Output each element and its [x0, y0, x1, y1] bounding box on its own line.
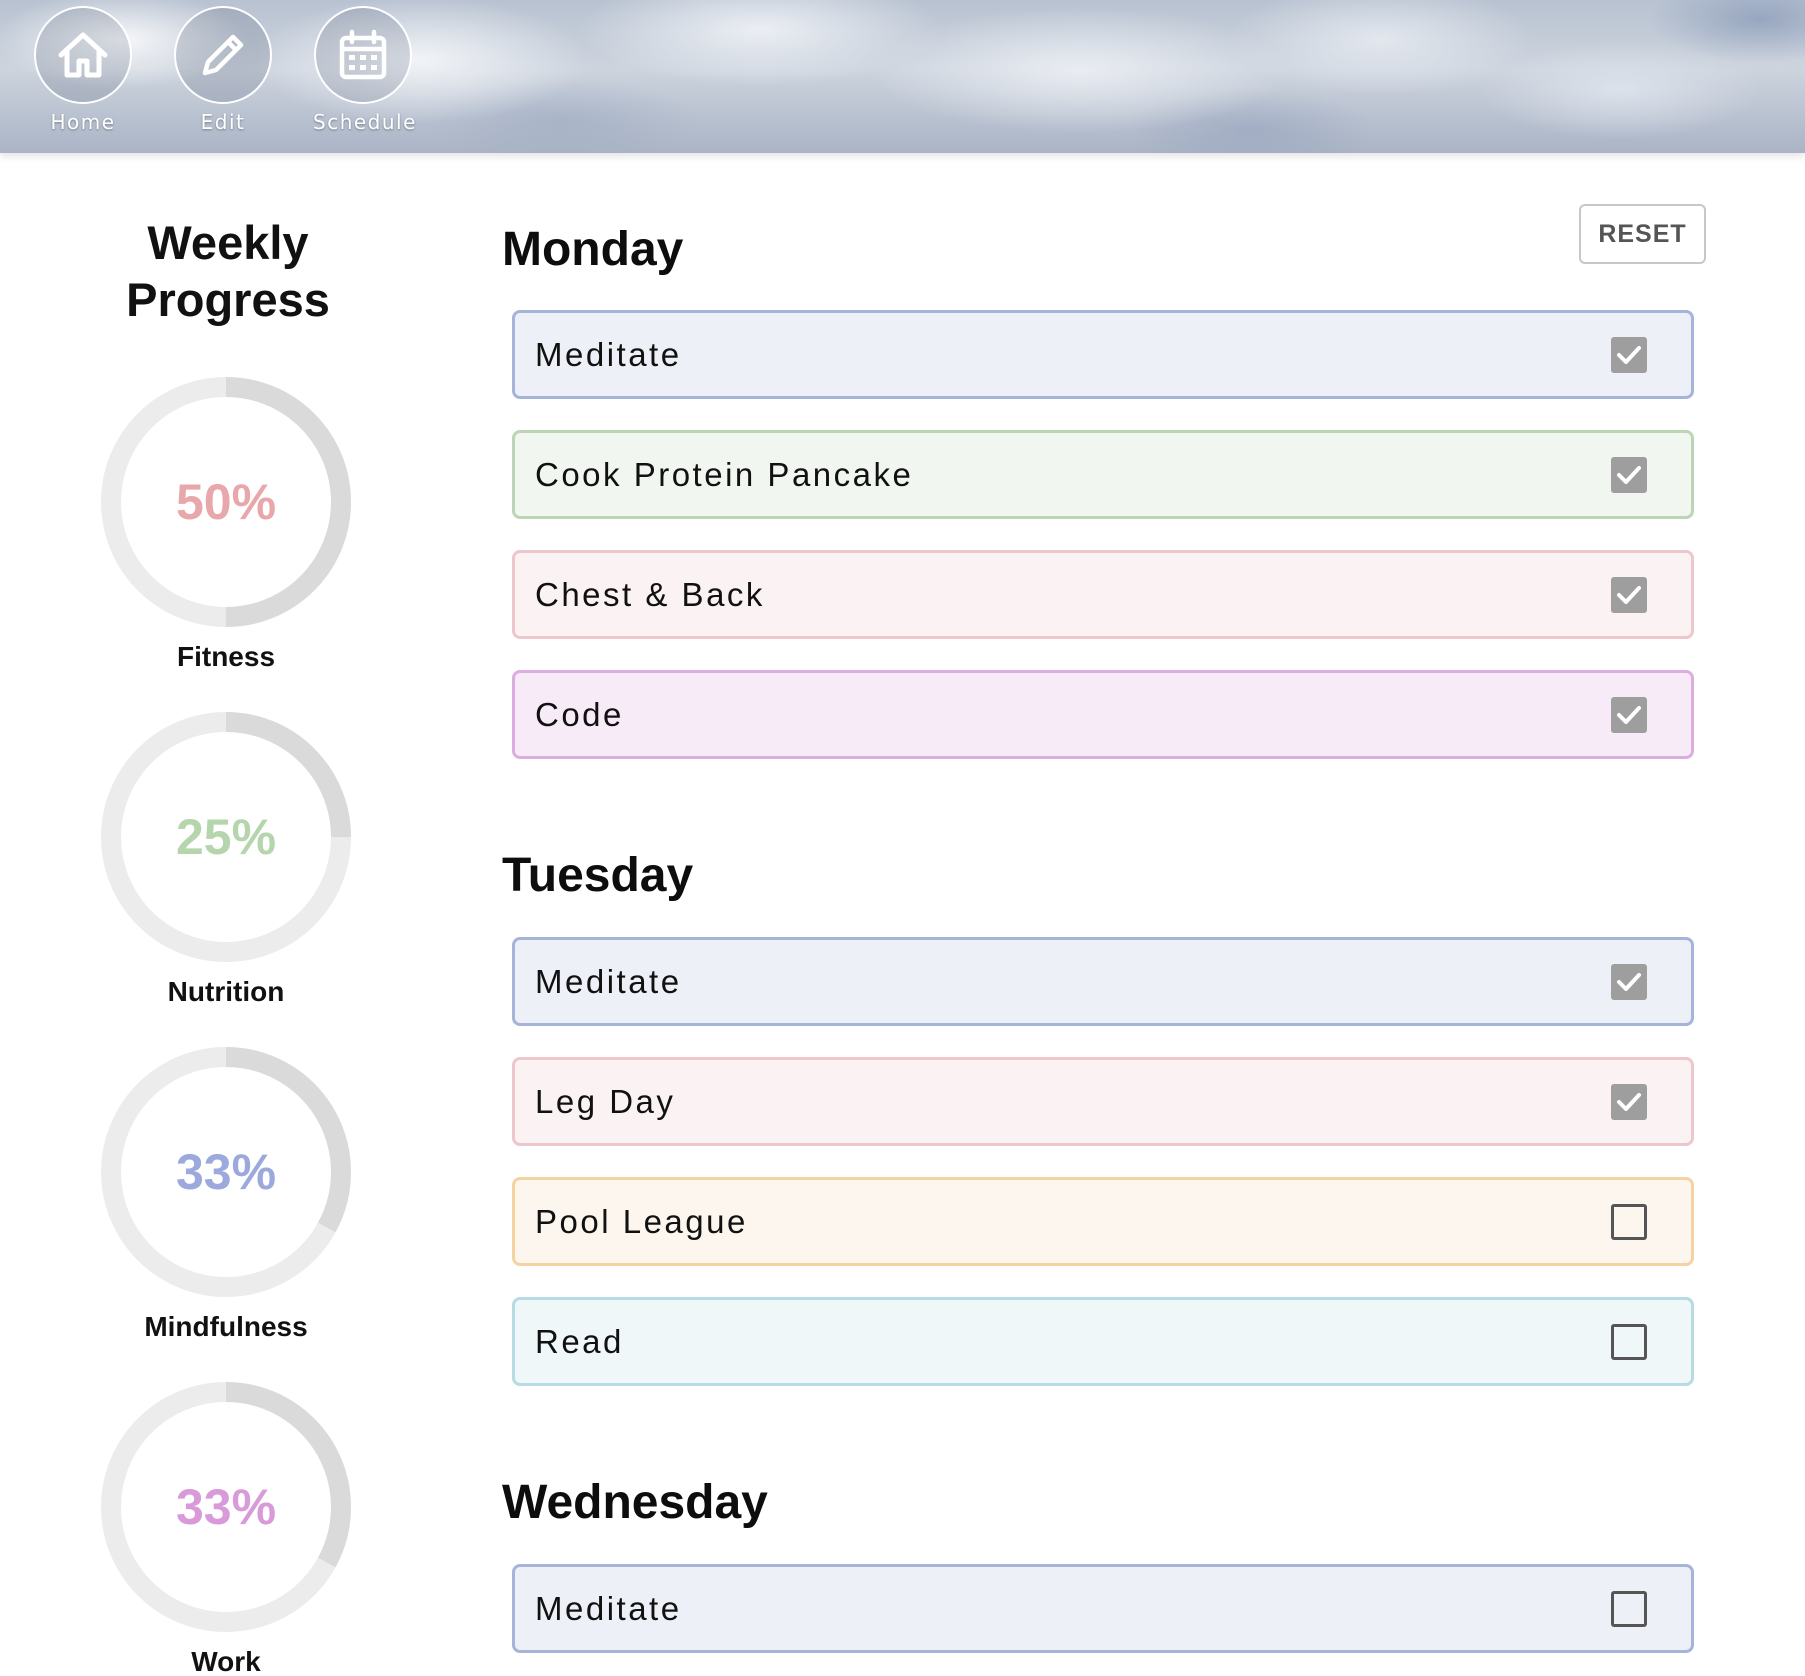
- reset-button[interactable]: RESET: [1579, 204, 1706, 264]
- nav-edit-button[interactable]: Edit: [173, 6, 273, 134]
- task-checkbox[interactable]: [1611, 1590, 1647, 1627]
- weekly-progress-title-line1: Weekly: [147, 216, 309, 269]
- task-item[interactable]: Chest & Back: [512, 550, 1694, 639]
- task-checkbox[interactable]: [1611, 1203, 1647, 1240]
- nav-home-button[interactable]: Home: [33, 6, 133, 134]
- task-checkbox[interactable]: [1611, 336, 1647, 373]
- task-label: Cook Protein Pancake: [535, 455, 914, 493]
- task-item[interactable]: Code: [512, 670, 1694, 759]
- nav-edit-label: Edit: [200, 110, 246, 134]
- progress-ring-nutrition: 25% Nutrition: [101, 712, 351, 1008]
- ring-label: Work: [191, 1646, 261, 1676]
- task-label: Meditate: [535, 335, 682, 373]
- task-checkbox[interactable]: [1611, 1323, 1647, 1360]
- day-heading-tuesday: Tuesday: [502, 849, 694, 902]
- task-label: Meditate: [535, 1589, 682, 1627]
- checkmark-icon: [1617, 972, 1641, 991]
- task-checkbox[interactable]: [1611, 456, 1647, 493]
- task-label: Meditate: [535, 962, 682, 1000]
- checkmark-icon: [1617, 465, 1641, 484]
- checkmark-icon: [1617, 1092, 1641, 1111]
- task-label: Pool League: [535, 1202, 748, 1240]
- ring-percent: 33%: [175, 1144, 277, 1200]
- day-heading-monday: Monday: [502, 223, 684, 276]
- nav-home-label: Home: [50, 110, 116, 134]
- nav-schedule-label: Schedule: [313, 110, 417, 134]
- ring-label: Fitness: [176, 641, 276, 672]
- ring-percent: 33%: [175, 1479, 277, 1535]
- task-label: Read: [535, 1322, 624, 1360]
- ring-label: Nutrition: [167, 976, 285, 1007]
- task-item[interactable]: Leg Day: [512, 1057, 1694, 1146]
- task-item[interactable]: Read: [512, 1297, 1694, 1386]
- task-checkbox[interactable]: [1611, 696, 1647, 733]
- weekly-progress-title: Weekly Progress: [78, 214, 378, 328]
- task-item[interactable]: Cook Protein Pancake: [512, 430, 1694, 519]
- weekly-progress-title-line2: Progress: [126, 273, 330, 326]
- progress-ring-fitness: 50% Fitness: [101, 377, 351, 673]
- task-label: Chest & Back: [535, 575, 765, 613]
- pencil-icon: [174, 6, 272, 104]
- home-icon: [34, 6, 132, 104]
- checkmark-icon: [1617, 345, 1641, 364]
- task-item[interactable]: Pool League: [512, 1177, 1694, 1266]
- task-label: Code: [535, 695, 624, 733]
- task-item[interactable]: Meditate: [512, 937, 1694, 1026]
- calendar-icon: [314, 6, 412, 104]
- task-item[interactable]: Meditate: [512, 310, 1694, 399]
- header-banner: Home Edit Schedule: [0, 0, 1805, 153]
- task-checkbox[interactable]: [1611, 576, 1647, 613]
- task-checkbox[interactable]: [1611, 963, 1647, 1000]
- ring-percent: 25%: [175, 809, 277, 865]
- progress-ring-mindfulness: 33% Mindfulness: [101, 1047, 351, 1343]
- nav-schedule-button[interactable]: Schedule: [313, 6, 417, 134]
- checkmark-icon: [1617, 585, 1641, 604]
- task-checkbox[interactable]: [1611, 1083, 1647, 1120]
- task-item[interactable]: Meditate: [512, 1564, 1694, 1653]
- task-label: Leg Day: [535, 1082, 676, 1120]
- ring-label: Mindfulness: [144, 1311, 308, 1342]
- ring-percent: 50%: [175, 474, 277, 530]
- progress-ring-work: 33% Work: [101, 1382, 351, 1676]
- day-heading-wednesday: Wednesday: [502, 1476, 768, 1529]
- checkmark-icon: [1617, 705, 1641, 724]
